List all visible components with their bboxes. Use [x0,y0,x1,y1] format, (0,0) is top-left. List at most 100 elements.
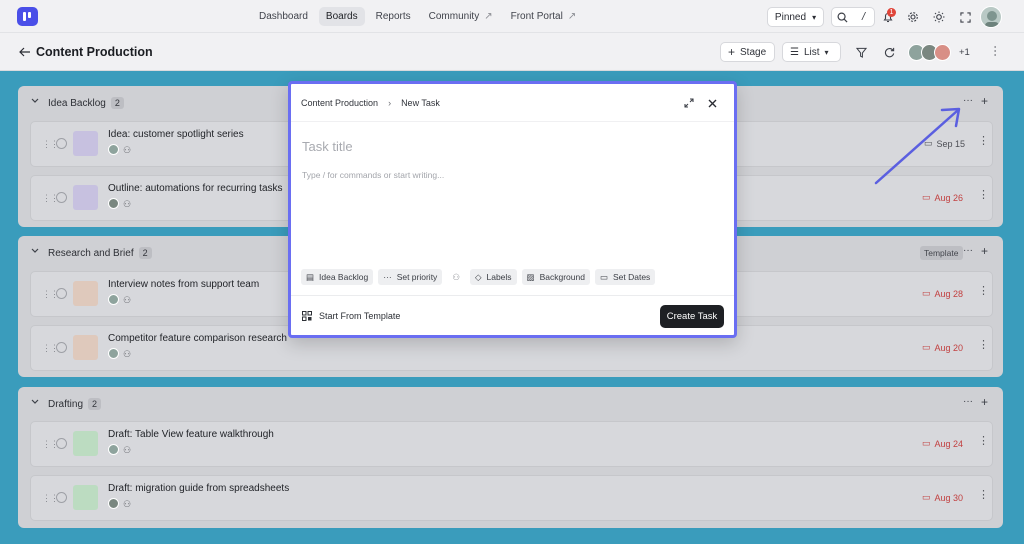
task-card[interactable]: ⋮⋮ Draft: migration guide from spreadshe… [30,475,993,521]
task-name[interactable]: Outline: automations for recurring tasks [108,183,283,194]
chevron-down-icon[interactable] [30,96,40,106]
background-chip[interactable]: ▨ Background [521,269,590,285]
task-due-date[interactable]: ▭ Aug 24 [922,438,963,449]
task-assignees[interactable]: ⚇ [108,198,133,209]
task-menu-icon[interactable]: ⋮ [978,436,989,447]
task-due-date[interactable]: ▭ Aug 20 [922,342,963,353]
stage-count-badge: 2 [88,398,102,410]
task-assignees[interactable]: ⚇ [108,498,133,509]
back-arrow-icon[interactable] [18,46,31,58]
task-name[interactable]: Competitor feature comparison research [108,333,287,344]
task-menu-icon[interactable]: ⋮ [978,340,989,351]
task-due-date[interactable]: ▭ Aug 30 [922,492,963,503]
chevron-down-icon[interactable] [30,397,40,407]
breadcrumb-board[interactable]: Content Production [301,98,378,108]
plus-icon: + [728,45,736,59]
task-title-input[interactable]: Task title [302,139,353,154]
task-menu-icon[interactable]: ⋮ [978,190,989,201]
assignee-avatar [108,444,119,455]
user-avatar[interactable] [980,6,1002,28]
filter-icon[interactable] [855,46,868,59]
nav-dashboard[interactable]: Dashboard [252,7,315,26]
stage-header: Drafting 2 ··· + [18,387,1003,417]
ellipsis-icon: ··· [383,272,392,282]
stage-title: Idea Backlog 2 [48,97,124,109]
task-checkbox[interactable] [56,288,67,299]
task-assignees[interactable]: ⚇ [108,144,133,155]
task-card[interactable]: ⋮⋮ Draft: Table View feature walkthrough… [30,421,993,467]
image-icon: ▨ [526,271,535,282]
gear-icon[interactable] [906,10,920,24]
stage-chip[interactable]: ▤ Idea Backlog [301,269,374,285]
pinned-dropdown[interactable]: Pinned ▾ [767,7,824,27]
nav-front-portal[interactable]: Front Portal ↗ [504,7,584,26]
header-divider [291,121,734,122]
priority-chip[interactable]: ··· Set priority [378,269,443,285]
task-checkbox[interactable] [56,438,67,449]
chevron-down-icon: ▾ [824,47,829,57]
view-switch-button[interactable]: ☰ List ▾ [782,42,841,62]
command-shortcut-icon[interactable]: / [857,10,870,24]
task-name[interactable]: Interview notes from support team [108,279,259,290]
assignee-chip[interactable]: ⚇ [447,269,465,285]
stage-add-icon[interactable]: + [981,94,988,108]
task-name[interactable]: Draft: migration guide from spreadsheets [108,483,289,494]
search-icon[interactable] [836,11,849,24]
refresh-icon[interactable] [883,46,896,59]
task-checkbox[interactable] [56,138,67,149]
task-menu-icon[interactable]: ⋮ [978,136,989,147]
list-icon: ☰ [790,46,799,58]
task-menu-icon[interactable]: ⋮ [978,286,989,297]
task-checkbox[interactable] [56,492,67,503]
app-logo[interactable] [17,7,38,26]
main-nav: Dashboard Boards Reports Community ↗ Fron… [250,0,585,33]
board-members[interactable] [908,44,951,61]
more-options-icon[interactable]: ··· [989,45,1003,57]
assignee-avatar [108,498,119,509]
stage-add-icon[interactable]: + [981,244,988,258]
labels-chip[interactable]: ◇ Labels [469,269,517,285]
stage-title: Drafting 2 [48,398,102,410]
assignee-avatar [108,348,119,359]
calendar-icon: ▭ [922,192,931,202]
task-description-editor[interactable]: Type / for commands or start writing... [302,170,444,180]
nav-community[interactable]: Community ↗ [422,7,500,26]
task-assignees[interactable]: ⚇ [108,444,133,455]
calendar-icon: ▭ [922,288,931,298]
top-navbar: Dashboard Boards Reports Community ↗ Fron… [0,0,1024,33]
task-due-date[interactable]: ▭ Aug 28 [922,288,963,299]
dates-chip[interactable]: ▭ Set Dates [594,269,656,285]
calendar-icon: ▭ [922,342,931,352]
task-thumbnail [73,281,98,306]
add-assignee-icon: ⚇ [123,444,132,455]
sun-icon[interactable] [932,10,946,24]
task-assignees[interactable]: ⚇ [108,348,133,359]
stage-more-icon[interactable]: ··· [963,396,973,407]
task-checkbox[interactable] [56,192,67,203]
task-checkbox[interactable] [56,342,67,353]
start-from-template-button[interactable]: Start From Template [302,311,400,321]
nav-reports[interactable]: Reports [369,7,418,26]
task-thumbnail [73,335,98,360]
fullscreen-icon[interactable] [958,10,972,24]
footer-divider [291,295,734,296]
stage-add-icon[interactable]: + [981,395,988,409]
chevron-down-icon[interactable] [30,246,40,256]
add-stage-button[interactable]: + Stage [720,42,775,62]
stage-more-icon[interactable]: ··· [963,245,973,256]
task-name[interactable]: Idea: customer spotlight series [108,129,244,140]
template-badge[interactable]: Template [920,246,963,260]
task-properties: ▤ Idea Backlog ··· Set priority ⚇ ◇ Labels … [301,269,656,285]
task-due-date[interactable]: ▭ Aug 26 [922,192,963,203]
nav-boards[interactable]: Boards [318,7,365,26]
template-grid-icon [302,311,312,321]
breadcrumb-current: New Task [401,98,440,108]
calendar-icon: ▭ [922,438,931,448]
task-menu-icon[interactable]: ⋮ [978,490,989,501]
task-assignees[interactable]: ⚇ [108,294,133,305]
close-icon[interactable] [706,97,718,109]
task-name[interactable]: Draft: Table View feature walkthrough [108,429,274,440]
expand-icon[interactable] [683,97,695,109]
create-task-button[interactable]: Create Task [660,305,724,328]
search-command-group: / [831,7,875,27]
